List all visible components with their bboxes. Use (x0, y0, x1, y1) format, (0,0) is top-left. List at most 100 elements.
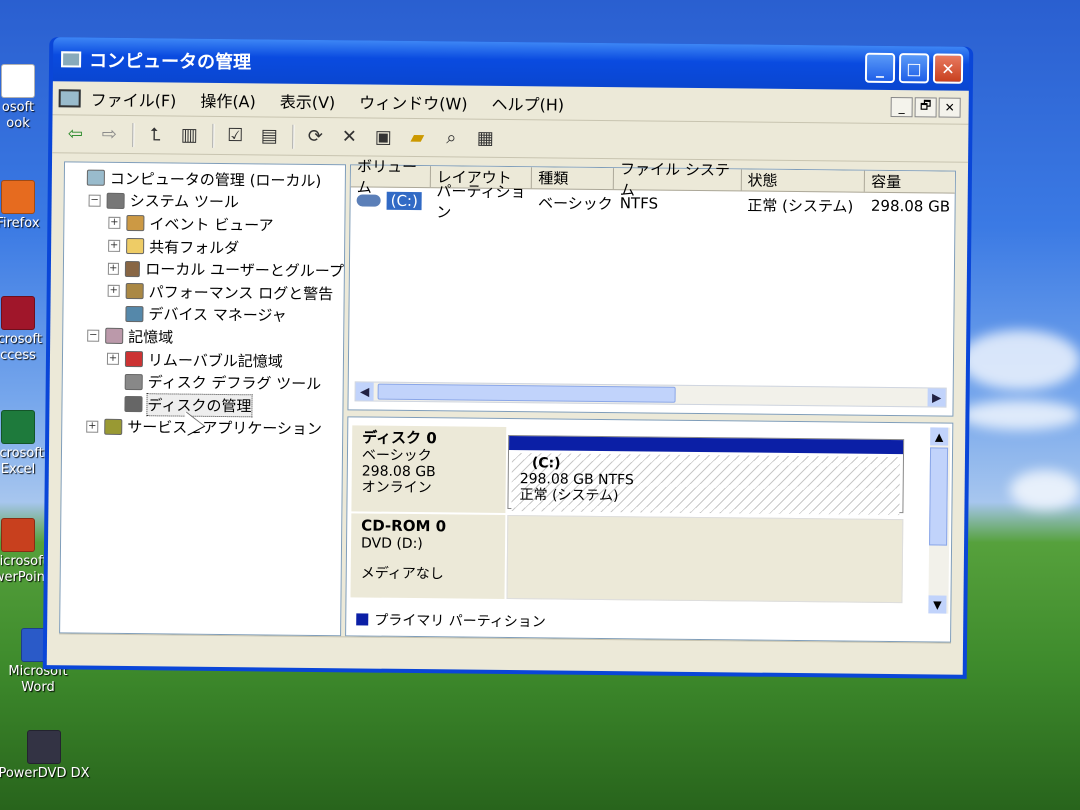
tree-node-icon (105, 328, 124, 345)
tree-node[interactable]: − システム ツール (69, 189, 345, 214)
shortcut-icon (1, 296, 35, 330)
shortcut-label: PowerDVD DX (0, 766, 90, 781)
partition-c[interactable]: (C:) 298.08 GB NTFS 正常 (システム) (507, 435, 905, 516)
tree-node[interactable]: + リムーバブル記憶域 (67, 347, 343, 372)
column-status[interactable]: 状態 (741, 169, 866, 192)
tree-node-label: ディスクの管理 (146, 392, 253, 418)
scroll-down-icon[interactable]: ▼ (928, 595, 947, 614)
tree-node[interactable]: + ローカル ユーザーとグループ (68, 257, 344, 282)
scroll-thumb[interactable] (929, 447, 949, 546)
scroll-right-icon[interactable]: ▶ (927, 388, 946, 407)
tree-node[interactable]: + イベント ビューア (68, 212, 344, 237)
vertical-scrollbar[interactable]: ▲ ▼ (928, 427, 951, 614)
volume-icon (356, 194, 381, 207)
tree-node-label: 共有フォルダ (149, 237, 240, 257)
tree-node-icon (125, 283, 144, 300)
legend: プライマリ パーティション (356, 609, 546, 631)
column-volume[interactable]: ボリューム (350, 157, 431, 196)
column-capacity[interactable]: 容量 (865, 171, 955, 193)
menu-action[interactable]: 操作(A) (200, 87, 256, 112)
tree-node-label: ディスク デフラグ ツール (147, 373, 322, 394)
tree-node[interactable]: + 共有フォルダ (68, 234, 344, 259)
disk0-state: オンライン (361, 479, 432, 497)
tree-node[interactable]: − 記憶域 (67, 325, 343, 350)
disk-graphical-view: ディスク 0 ベーシック 298.08 GB オンライン (C:) 298.08… (345, 416, 954, 643)
expand-toggle-icon[interactable]: + (107, 262, 119, 275)
computer-icon[interactable] (58, 88, 81, 108)
disk0-type: ベーシック (361, 447, 432, 465)
expand-toggle-icon[interactable]: − (88, 194, 101, 207)
minimize-button[interactable]: _ (864, 52, 896, 84)
expand-toggle-icon[interactable]: + (106, 352, 120, 365)
help-icon[interactable]: ▤ (256, 123, 282, 149)
capacity-cell: 298.08 GB (870, 196, 951, 216)
tree-node-label: コンピュータの管理 (ローカル) (109, 169, 322, 190)
cdrom-media: メディアなし (360, 565, 444, 583)
tree-node[interactable]: ディスク デフラグ ツール (67, 370, 343, 395)
console-tree: コンピュータの管理 (ローカル) − システム ツール + イベント ビューア + 共有フォ… (59, 161, 347, 637)
tree-node-icon (125, 305, 144, 323)
partition-body: (C:) 298.08 GB NTFS 正常 (システム) (511, 453, 900, 516)
expand-toggle-icon[interactable]: + (86, 420, 99, 433)
scroll-left-icon[interactable]: ◀ (355, 382, 374, 401)
menu-window[interactable]: ウィンドウ(W) (359, 89, 468, 114)
primary-partition-bar (509, 436, 904, 455)
scroll-up-icon[interactable]: ▲ (930, 427, 949, 446)
up-folder-icon[interactable]: ⮤ (142, 122, 168, 148)
tree-node[interactable]: デバイス マネージャ (67, 302, 343, 327)
delete-icon[interactable]: ✕ (336, 124, 362, 150)
toolbar-separator (212, 123, 215, 148)
disk0-size: 298.08 GB (361, 463, 436, 481)
refresh-icon[interactable]: ⟳ (302, 123, 328, 149)
mdi-minimize-button[interactable]: _ (890, 96, 913, 117)
help-book-icon[interactable]: ▦ (472, 125, 498, 151)
disk0-name: ディスク 0 (362, 428, 437, 448)
back-arrow-icon[interactable]: ⇦ (62, 121, 88, 147)
expand-toggle-icon[interactable]: + (107, 285, 120, 298)
close-button[interactable]: ✕ (932, 53, 964, 84)
disk0-info[interactable]: ディスク 0 ベーシック 298.08 GB オンライン (351, 425, 507, 513)
tree-node[interactable]: コンピュータの管理 (ローカル) (69, 166, 345, 191)
column-type[interactable]: 種類 (532, 167, 615, 190)
menu-view[interactable]: 表示(V) (280, 88, 336, 113)
desktop-shortcut[interactable]: PowerDVD DX (0, 730, 92, 782)
tree-node-label: ローカル ユーザーとグループ (145, 260, 344, 281)
search-icon[interactable]: ⌕ (438, 125, 464, 151)
expand-toggle-icon[interactable]: + (108, 217, 121, 230)
window-title: コンピュータの管理 (88, 50, 252, 74)
window-client: ファイル(F) 操作(A) 表示(V) ウィンドウ(W) ヘルプ(H) _ 🗗 … (46, 81, 969, 675)
open-folder-icon[interactable]: ▰ (404, 124, 430, 150)
menu-help[interactable]: ヘルプ(H) (491, 90, 564, 115)
legend-label: プライマリ パーティション (374, 612, 546, 631)
computer-icon (61, 51, 82, 68)
tree-node[interactable]: ディスクの管理 (66, 392, 342, 418)
cloud (960, 400, 1080, 430)
tree-node-label: サービスとアプリケーション (127, 418, 323, 439)
scroll-thumb[interactable] (377, 383, 676, 403)
forward-arrow-icon[interactable]: ⇨ (96, 121, 122, 147)
tree-node[interactable]: + サービスとアプリケーション (66, 415, 342, 440)
tree-node[interactable]: + パフォーマンス ログと警告 (68, 279, 344, 304)
properties-sheet-icon[interactable]: ▣ (370, 124, 396, 150)
cdrom-area[interactable] (506, 515, 904, 604)
mdi-restore-button[interactable]: 🗗 (914, 96, 937, 117)
volume-name: (C:) (386, 191, 422, 211)
expand-toggle-icon[interactable]: + (108, 239, 121, 253)
menu-file[interactable]: ファイル(F) (91, 86, 177, 111)
tree-node-icon (124, 373, 143, 390)
shortcut-icon (1, 180, 35, 214)
cdrom-info[interactable]: CD-ROM 0 DVD (D:) メディアなし (350, 513, 506, 599)
show-hide-tree-icon[interactable]: ▥ (176, 122, 202, 148)
column-filesystem[interactable]: ファイル システム (613, 160, 742, 199)
tree-node-icon (126, 215, 145, 232)
maximize-button[interactable]: □ (898, 53, 930, 84)
mdi-close-button[interactable]: ✕ (938, 96, 961, 118)
toolbar-separator (132, 122, 135, 147)
volume-cell: (C:) (351, 191, 431, 211)
properties-icon[interactable]: ☑ (222, 122, 248, 148)
horizontal-scrollbar[interactable]: ◀ ▶ (354, 381, 947, 408)
tree-node-label: パフォーマンス ログと警告 (148, 282, 334, 303)
expand-toggle-icon[interactable]: − (87, 330, 100, 343)
tree-node-label: イベント ビューア (149, 215, 274, 235)
status-cell: 正常 (システム) (747, 195, 854, 216)
